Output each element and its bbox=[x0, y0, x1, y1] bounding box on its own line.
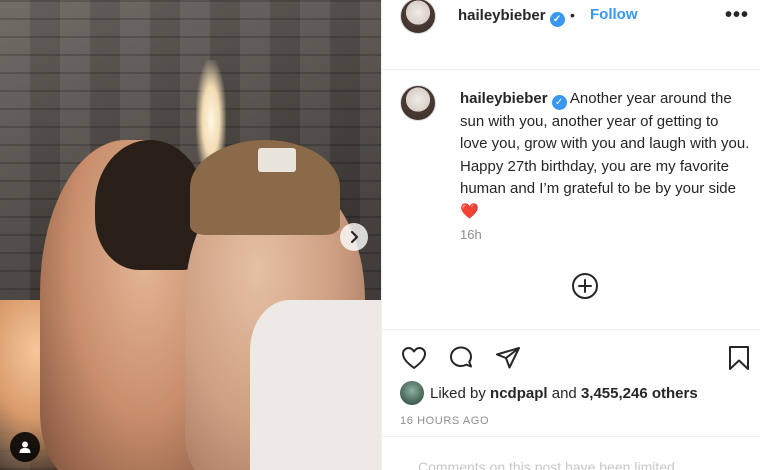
post-actions: Liked by ncdpapl and 3,455,246 others 16… bbox=[382, 329, 760, 470]
next-photo-button[interactable] bbox=[340, 223, 368, 251]
caption-timestamp[interactable]: 16h bbox=[460, 227, 482, 242]
header-username-text[interactable]: haileybieber bbox=[458, 7, 546, 24]
user-tag-icon bbox=[19, 441, 31, 453]
post-photo[interactable] bbox=[0, 0, 381, 470]
likes-conjunction: and bbox=[551, 384, 577, 402]
chevron-right-icon bbox=[350, 230, 359, 244]
header-username[interactable]: haileybieber ✓ bbox=[458, 7, 565, 27]
verified-badge-icon: ✓ bbox=[549, 12, 565, 27]
avatar[interactable] bbox=[400, 0, 436, 34]
comments-limited-notice: Comments on this post have been limited. bbox=[382, 436, 760, 470]
paper-plane-icon[interactable] bbox=[494, 344, 522, 372]
liker-username[interactable]: ncdpapl bbox=[490, 385, 548, 402]
caption-avatar[interactable] bbox=[400, 85, 436, 121]
caption-username[interactable]: haileybieber bbox=[460, 90, 548, 107]
follow-button[interactable]: Follow bbox=[590, 6, 638, 23]
more-options-icon[interactable]: ••• bbox=[725, 4, 749, 27]
user-tag-button[interactable] bbox=[10, 432, 40, 462]
post-caption: haileybieber ✓ Another year around the su… bbox=[460, 88, 750, 223]
likes-summary: Liked by ncdpapl and 3,455,246 others bbox=[400, 380, 698, 406]
header-separator: • bbox=[570, 7, 575, 23]
photo-cap-patch bbox=[258, 148, 296, 172]
post-date[interactable]: 16 HOURS AGO bbox=[400, 415, 489, 427]
likes-count[interactable]: 3,455,246 others bbox=[581, 385, 698, 402]
heart-emoji: ❤️ bbox=[460, 202, 479, 220]
likes-prefix: Liked by bbox=[430, 384, 486, 402]
liker-avatar[interactable] bbox=[400, 381, 424, 405]
post-side-panel: haileybieber ✓ • Follow ••• haileybieber ✓… bbox=[381, 0, 760, 470]
post-header: haileybieber ✓ • Follow ••• bbox=[382, 0, 760, 70]
plus-circle-icon[interactable] bbox=[571, 272, 599, 300]
bookmark-icon[interactable] bbox=[725, 344, 753, 372]
photo-hair bbox=[95, 140, 205, 270]
comment-bubble-icon[interactable] bbox=[447, 344, 475, 372]
photo-white-shirt bbox=[250, 300, 381, 470]
comments-limited-text: Comments on this post have been limited. bbox=[418, 459, 679, 470]
heart-outline-icon[interactable] bbox=[400, 344, 428, 372]
verified-badge-icon: ✓ bbox=[551, 95, 567, 110]
